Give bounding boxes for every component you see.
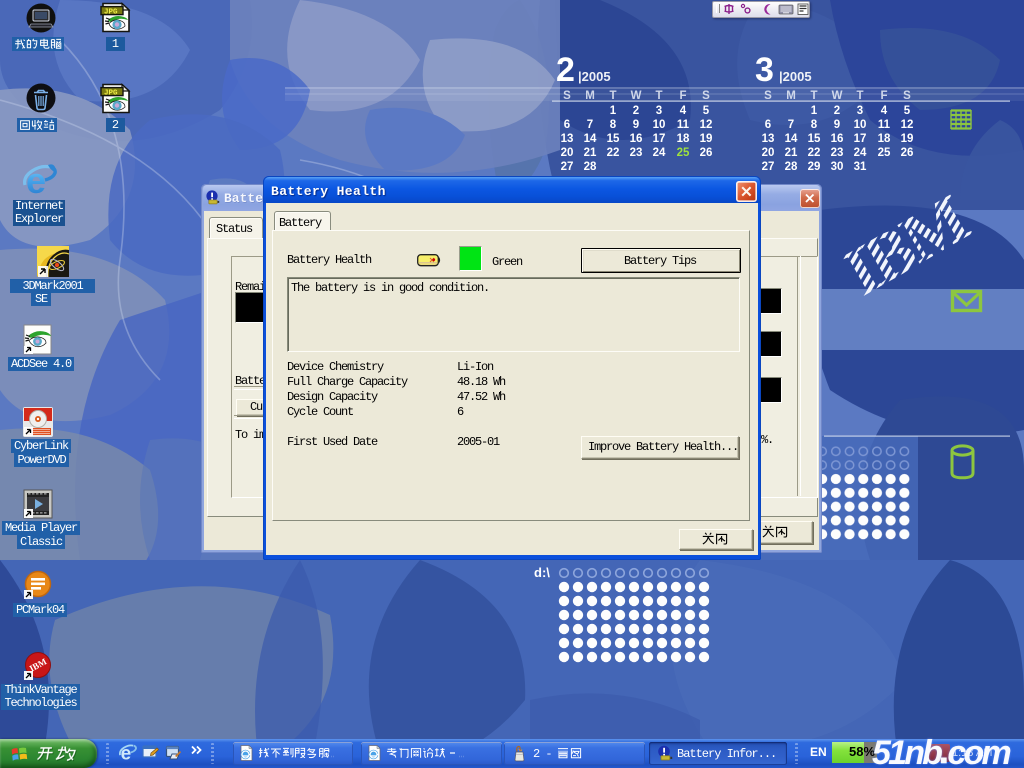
svg-text:19: 19: [700, 133, 713, 145]
svg-text:30: 30: [831, 161, 844, 173]
svg-text:28: 28: [785, 161, 798, 173]
svg-text:|2005: |2005: [779, 69, 812, 84]
svg-text:9: 9: [834, 119, 840, 131]
svg-text:3: 3: [755, 51, 774, 89]
svg-text:11: 11: [677, 119, 690, 131]
svg-text:25: 25: [677, 147, 690, 159]
svg-text:26: 26: [901, 147, 914, 159]
svg-text:S: S: [702, 90, 710, 102]
svg-text:13: 13: [561, 133, 574, 145]
svg-text:S: S: [903, 90, 911, 102]
svg-text:T: T: [609, 90, 616, 102]
svg-text:12: 12: [700, 119, 713, 131]
svg-text:W: W: [832, 90, 843, 102]
svg-text:M: M: [585, 90, 595, 102]
svg-text:14: 14: [785, 133, 798, 145]
svg-text:T: T: [655, 90, 662, 102]
svg-text:2: 2: [834, 105, 840, 117]
svg-text:13: 13: [762, 133, 775, 145]
svg-text:3: 3: [656, 105, 662, 117]
svg-text:W: W: [631, 90, 642, 102]
svg-text:24: 24: [854, 147, 867, 159]
svg-text:S: S: [563, 90, 571, 102]
svg-text:7: 7: [788, 119, 794, 131]
svg-text:21: 21: [584, 147, 597, 159]
svg-text:29: 29: [808, 161, 821, 173]
svg-text:25: 25: [878, 147, 891, 159]
svg-text:19: 19: [901, 133, 914, 145]
svg-text:20: 20: [561, 147, 574, 159]
svg-text:S: S: [764, 90, 772, 102]
svg-text:27: 27: [762, 161, 775, 173]
svg-text:16: 16: [831, 133, 844, 145]
svg-text:24: 24: [653, 147, 666, 159]
svg-text:21: 21: [785, 147, 798, 159]
svg-text:3: 3: [857, 105, 863, 117]
svg-text:15: 15: [607, 133, 620, 145]
svg-text:9: 9: [633, 119, 639, 131]
svg-text:4: 4: [680, 105, 687, 117]
svg-text:JPG: JPG: [104, 89, 118, 97]
svg-text:8: 8: [811, 119, 818, 131]
svg-text:1: 1: [811, 105, 818, 117]
svg-text:6: 6: [564, 119, 570, 131]
svg-text:|2005: |2005: [578, 69, 611, 84]
svg-text:23: 23: [831, 147, 844, 159]
svg-text:1: 1: [610, 105, 617, 117]
svg-text:16: 16: [630, 133, 643, 145]
svg-text:28: 28: [584, 161, 597, 173]
svg-text:T: T: [856, 90, 863, 102]
svg-text:5: 5: [703, 105, 710, 117]
svg-text:10: 10: [653, 119, 666, 131]
svg-text:17: 17: [854, 133, 867, 145]
svg-text:17: 17: [653, 133, 666, 145]
svg-text:26: 26: [700, 147, 713, 159]
svg-text:18: 18: [677, 133, 690, 145]
svg-text:F: F: [880, 90, 887, 102]
svg-text:4: 4: [881, 105, 888, 117]
svg-text:20: 20: [762, 147, 775, 159]
svg-text:14: 14: [584, 133, 597, 145]
svg-text:6: 6: [765, 119, 771, 131]
svg-text:5: 5: [904, 105, 911, 117]
svg-text:22: 22: [808, 147, 821, 159]
svg-text:M: M: [786, 90, 796, 102]
svg-text:23: 23: [630, 147, 643, 159]
svg-text:F: F: [679, 90, 686, 102]
svg-text:12: 12: [901, 119, 914, 131]
svg-text:8: 8: [610, 119, 617, 131]
svg-text:18: 18: [878, 133, 891, 145]
svg-text:7: 7: [587, 119, 593, 131]
svg-text:15: 15: [808, 133, 821, 145]
svg-text:d:\: d:\: [534, 565, 550, 580]
svg-text:31: 31: [854, 161, 867, 173]
svg-text:10: 10: [854, 119, 867, 131]
svg-text:JPG: JPG: [104, 8, 118, 16]
svg-text:11: 11: [878, 119, 891, 131]
svg-text:2: 2: [556, 51, 575, 89]
svg-text:27: 27: [561, 161, 574, 173]
svg-text:2: 2: [633, 105, 639, 117]
svg-text:22: 22: [607, 147, 620, 159]
svg-text:T: T: [810, 90, 817, 102]
